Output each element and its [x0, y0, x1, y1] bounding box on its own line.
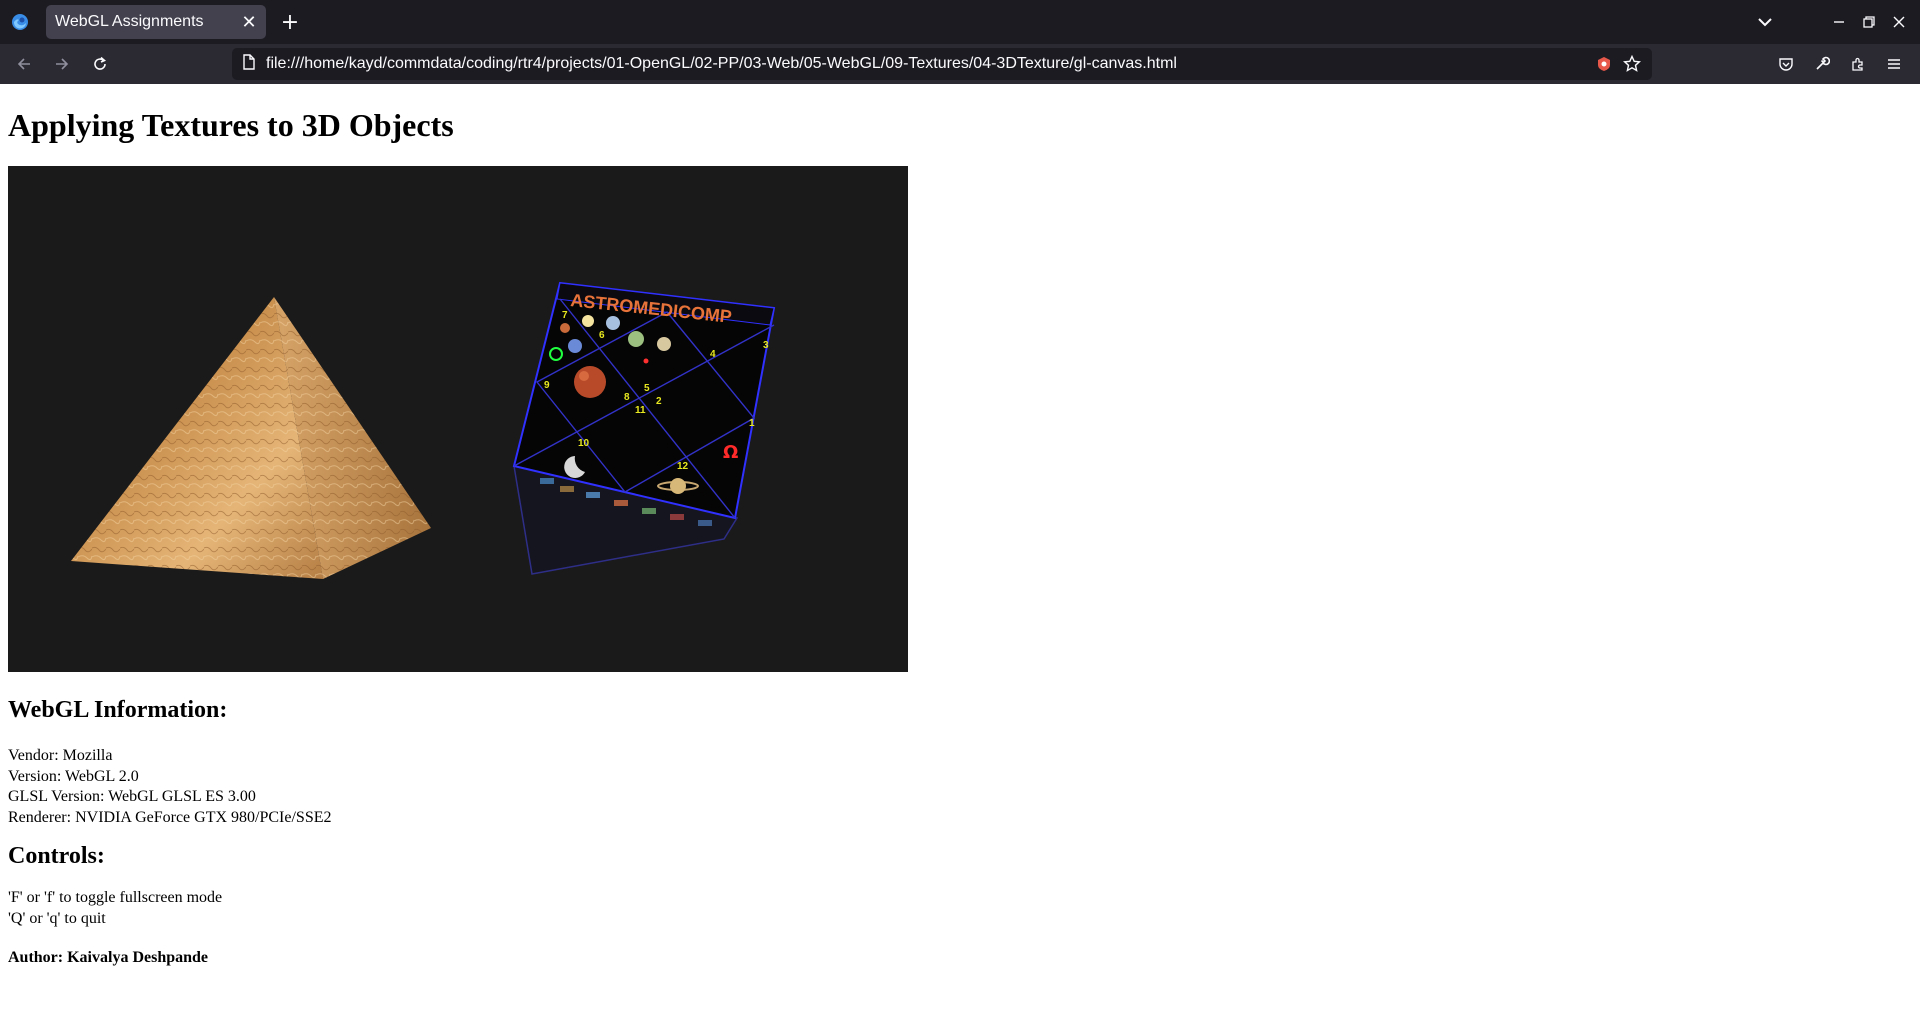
- svg-text:10: 10: [578, 438, 590, 449]
- glsl-version-info: GLSL Version: WebGL GLSL ES 3.00: [8, 788, 256, 805]
- close-window-icon[interactable]: [1884, 0, 1914, 44]
- svg-text:Ω: Ω: [723, 442, 738, 463]
- tab-bar: WebGL Assignments ✕ +: [0, 0, 1920, 44]
- svg-text:12: 12: [677, 461, 689, 472]
- page-title: Applying Textures to 3D Objects: [8, 107, 454, 143]
- restore-icon[interactable]: [1854, 0, 1884, 44]
- forward-icon[interactable]: [46, 48, 78, 80]
- toolbar-right: [1768, 48, 1912, 80]
- navigation-bar: file:///home/kayd/commdata/coding/rtr4/p…: [0, 44, 1920, 84]
- controls-heading: Controls:: [8, 843, 105, 869]
- new-tab-icon[interactable]: +: [276, 8, 304, 36]
- url-bar[interactable]: file:///home/kayd/commdata/coding/rtr4/p…: [232, 48, 1652, 80]
- browser-chrome: WebGL Assignments ✕ + file:///home/kayd/…: [0, 0, 1920, 84]
- url-text[interactable]: file:///home/kayd/commdata/coding/rtr4/p…: [266, 55, 1590, 73]
- svg-text:6: 6: [599, 330, 605, 341]
- controls-list: 'F' or 'f' to toggle fullscreen mode 'Q'…: [8, 888, 1912, 929]
- canvas-scene: ASTROMEDICOMP Ω 7 6 4 3 9 8 5 2 11 1 10 …: [71, 281, 776, 579]
- svg-text:2: 2: [656, 396, 662, 407]
- back-icon[interactable]: [8, 48, 40, 80]
- svg-text:3: 3: [763, 340, 769, 351]
- version-info: Version: WebGL 2.0: [8, 767, 139, 785]
- vendor-info: Vendor: Mozilla: [8, 747, 113, 764]
- page-content: Applying Textures to 3D Objects ASTROMED…: [0, 84, 1920, 968]
- svg-text:5: 5: [644, 383, 650, 394]
- webgl-canvas[interactable]: ASTROMEDICOMP Ω 7 6 4 3 9 8 5 2 11 1 10 …: [8, 166, 908, 672]
- svg-text:11: 11: [635, 405, 646, 416]
- extension-shield-icon[interactable]: [1590, 50, 1618, 78]
- svg-text:4: 4: [710, 349, 716, 360]
- url-bar-actions: [1590, 50, 1646, 78]
- list-all-tabs-icon[interactable]: [1750, 0, 1780, 44]
- tab-title: WebGL Assignments: [55, 13, 204, 30]
- extensions-icon[interactable]: [1840, 48, 1876, 80]
- quit-control: 'Q' or 'q' to quit: [8, 909, 106, 927]
- textured-pyramid: [71, 297, 431, 579]
- tab-webgl-assignments[interactable]: WebGL Assignments ✕: [46, 5, 266, 39]
- menu-icon[interactable]: [1876, 48, 1912, 80]
- webgl-info-heading: WebGL Information:: [8, 697, 228, 723]
- svg-text:9: 9: [544, 380, 550, 391]
- svg-text:8: 8: [624, 392, 630, 403]
- author-line: Author: Kaivalya Deshpande: [8, 949, 209, 966]
- pocket-icon[interactable]: [1768, 48, 1804, 80]
- svg-text:7: 7: [562, 310, 568, 321]
- page-file-icon[interactable]: [242, 53, 256, 75]
- reload-icon[interactable]: [84, 48, 116, 80]
- textured-cube: ASTROMEDICOMP Ω 7 6 4 3 9 8 5 2 11 1 10 …: [512, 281, 776, 575]
- webgl-info-list: Vendor: Mozilla Version: WebGL 2.0 GLSL …: [8, 746, 1912, 828]
- wrench-icon[interactable]: [1804, 48, 1840, 80]
- close-tab-icon[interactable]: ✕: [236, 9, 262, 35]
- minimize-icon[interactable]: [1824, 0, 1854, 44]
- bookmark-star-icon[interactable]: [1618, 50, 1646, 78]
- fullscreen-control: 'F' or 'f' to toggle fullscreen mode: [8, 889, 223, 906]
- window-controls: [1750, 0, 1920, 44]
- svg-text:1: 1: [749, 418, 755, 429]
- firefox-icon[interactable]: [10, 12, 30, 32]
- renderer-info: Renderer: NVIDIA GeForce GTX 980/PCIe/SS…: [8, 808, 332, 826]
